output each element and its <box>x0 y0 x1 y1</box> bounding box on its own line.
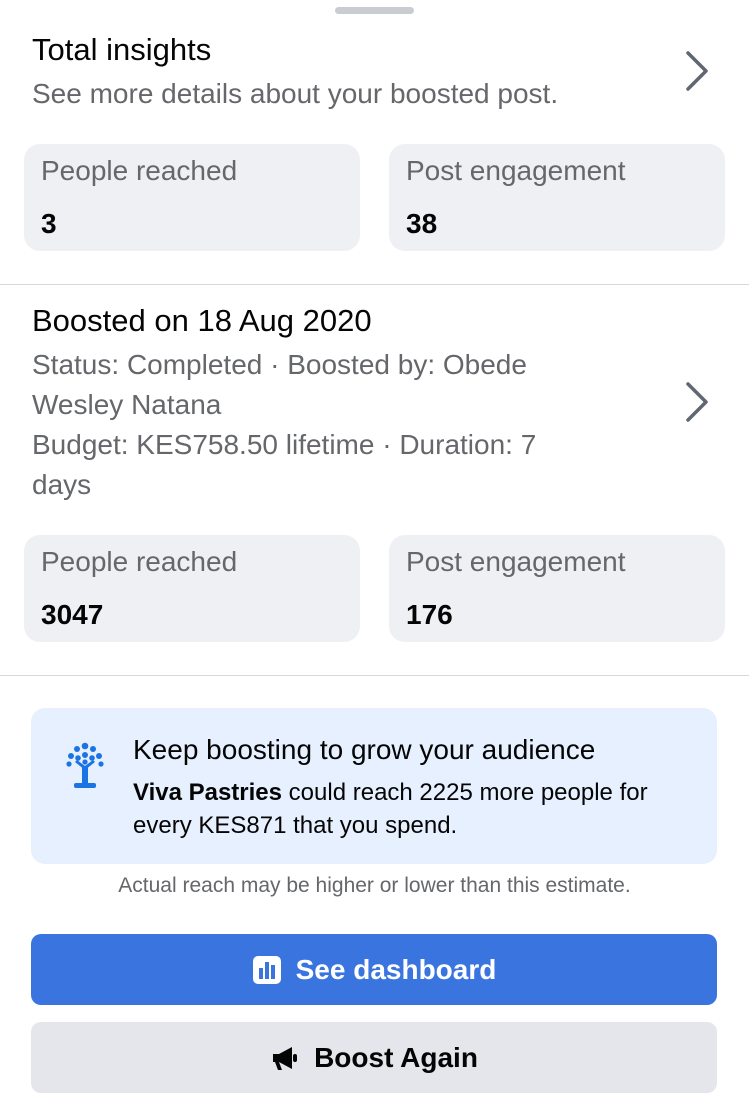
chevron-right-icon[interactable] <box>682 48 712 94</box>
total-insights-section[interactable]: Total insights See more details about yo… <box>0 0 749 284</box>
total-insights-subtitle: See more details about your boosted post… <box>32 78 559 109</box>
divider <box>0 675 749 676</box>
stat-value: 3 <box>41 208 57 239</box>
stat-card-people-reached: People reached 3047 <box>24 535 360 642</box>
megaphone-icon <box>270 1043 300 1073</box>
boost-details-section[interactable]: Boosted on 18 Aug 2020 Status: Completed… <box>0 285 749 675</box>
stat-label: People reached <box>41 155 238 186</box>
stat-value: 176 <box>406 599 453 630</box>
grow-audience-card: Keep boosting to grow your audience Viva… <box>31 708 717 864</box>
total-insights-title: Total insights <box>32 32 212 67</box>
chevron-right-icon[interactable] <box>682 379 712 425</box>
boost-budget-line: Budget: KES758.50 lifetime · Duration: 7… <box>32 429 537 500</box>
see-dashboard-label: See dashboard <box>295 953 497 985</box>
stat-card-post-engagement: Post engagement 38 <box>389 144 725 251</box>
stat-label: Post engagement <box>406 546 626 577</box>
stat-label: People reached <box>41 546 238 577</box>
promo-text: Viva Pastries could reach 2225 more peop… <box>133 776 693 842</box>
see-dashboard-button[interactable]: See dashboard <box>31 934 717 1005</box>
promo-title: Keep boosting to grow your audience <box>133 734 596 765</box>
boost-again-label: Boost Again <box>314 1041 478 1073</box>
stat-value: 38 <box>406 208 438 239</box>
estimate-disclaimer: Actual reach may be higher or lower than… <box>118 874 631 897</box>
stat-value: 3047 <box>41 599 104 630</box>
bar-chart-icon <box>252 955 282 985</box>
tree-icon <box>63 740 107 790</box>
boost-again-button[interactable]: Boost Again <box>31 1022 717 1093</box>
boost-date-title: Boosted on 18 Aug 2020 <box>32 303 372 338</box>
stat-card-people-reached: People reached 3 <box>24 144 360 251</box>
page-name: Viva Pastries <box>133 779 283 806</box>
stat-label: Post engagement <box>406 155 626 186</box>
stat-card-post-engagement: Post engagement 176 <box>389 535 725 642</box>
boost-status-line: Status: Completed · Boosted by: Obede We… <box>32 349 527 420</box>
